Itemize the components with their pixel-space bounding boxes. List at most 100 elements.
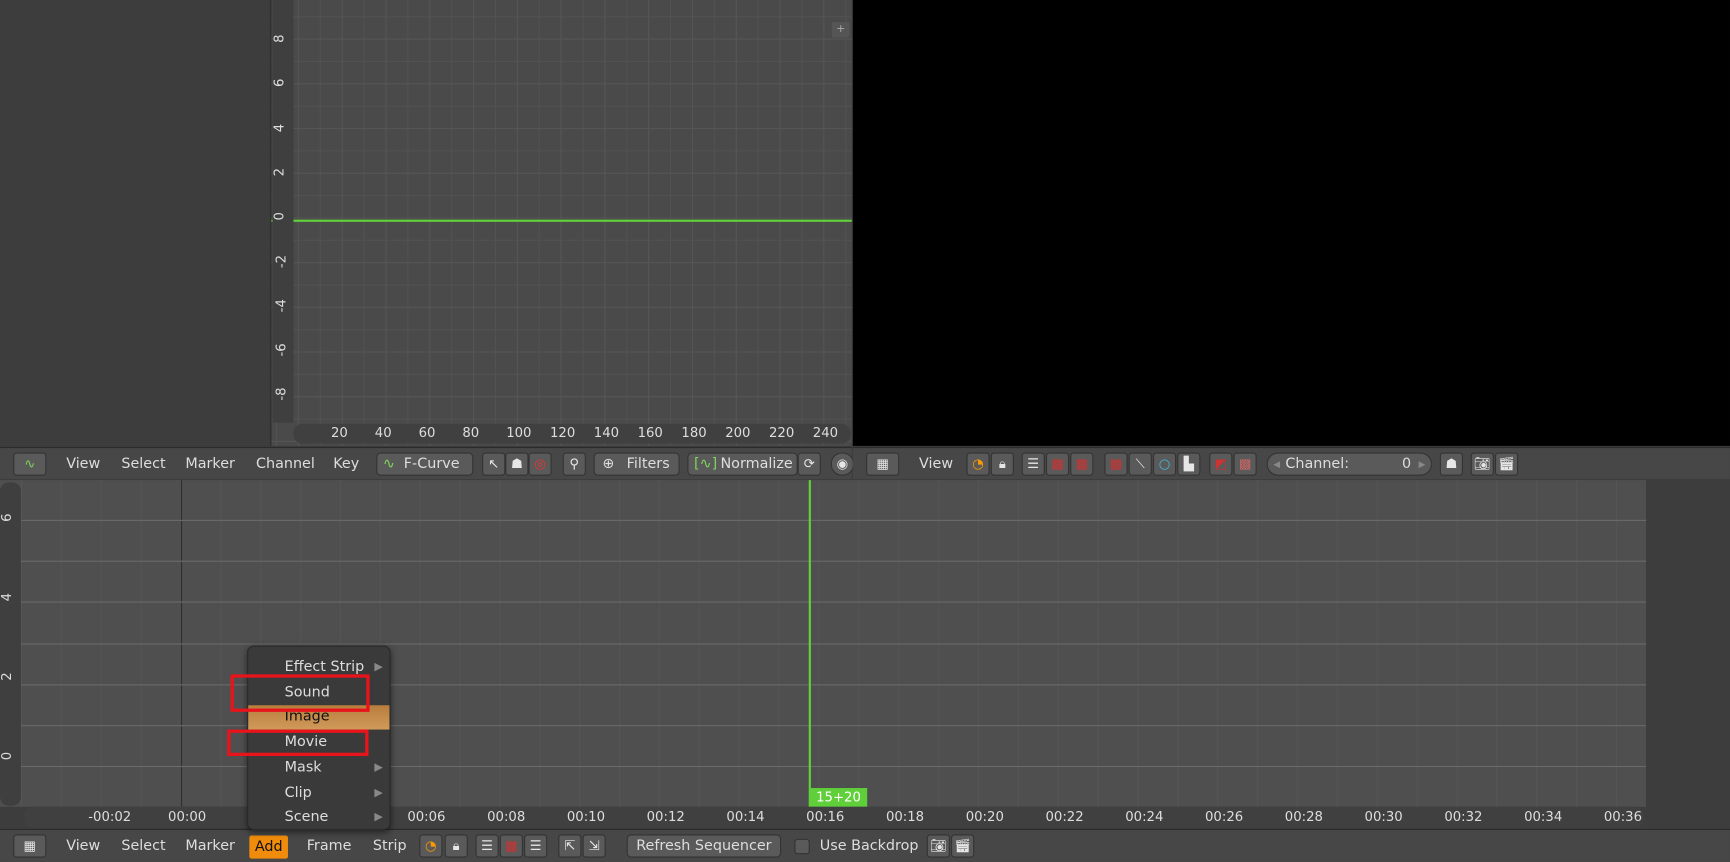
filters-label: Filters xyxy=(626,455,670,473)
image-display-icon[interactable]: ▩ xyxy=(1104,452,1128,476)
seq-preview-icon[interactable]: ☰ xyxy=(524,834,548,858)
mode-label: F-Curve xyxy=(403,455,460,473)
copy-strip-icon[interactable]: ⇱ xyxy=(558,834,582,858)
channels-region xyxy=(0,0,272,446)
alpha-icon[interactable]: ▩ xyxy=(1233,452,1257,476)
lock-icon[interactable]: 🔒︎ xyxy=(990,452,1014,476)
sequencer-view-icon[interactable]: ☰ xyxy=(475,834,499,858)
graph-y-tick: 2 xyxy=(271,167,287,177)
time-tick: 00:32 xyxy=(1444,809,1483,825)
scopes-icon[interactable]: ◔ xyxy=(966,452,990,476)
mode-dropdown[interactable]: ∿ F-Curve xyxy=(376,452,474,476)
histogram-icon[interactable]: ▙ xyxy=(1177,452,1201,476)
strip-menu[interactable]: Strip xyxy=(373,837,407,857)
channel-divider xyxy=(20,643,1647,645)
preview-view-icon[interactable]: ▩ xyxy=(499,834,523,858)
normalize-icon: [∿] xyxy=(693,455,718,473)
sequencer-view-icon[interactable]: ☰ xyxy=(1021,452,1045,476)
menu-item-label: Mask xyxy=(284,759,322,776)
playhead[interactable] xyxy=(808,480,811,807)
editor-type-graph-icon[interactable]: ∿ xyxy=(13,452,47,476)
graph-x-ruler[interactable]: 20 40 60 80 100 120 140 160 180 200 220 240 xyxy=(293,423,851,444)
graph-x-tick: 100 xyxy=(506,424,532,441)
plus-circle-icon: ⊕ xyxy=(602,455,615,473)
sequencer-header: ▦ View Select Marker Add Frame Strip ◔ 🔒︎ ☰ ▩… xyxy=(0,828,1730,862)
render-still-icon[interactable]: 📷︎ xyxy=(1470,452,1494,476)
ghost-icon[interactable]: ☗ xyxy=(1439,452,1463,476)
frame-menu[interactable]: Frame xyxy=(307,837,352,857)
menu-item-label: Effect Strip xyxy=(284,658,365,676)
time-tick: 00:30 xyxy=(1364,809,1403,825)
ghost-icon[interactable]: ☗ xyxy=(505,452,529,476)
pivot-icon[interactable]: ◉ xyxy=(830,452,854,476)
editor-type-sequencer-icon[interactable]: ▦ xyxy=(866,452,900,476)
graph-y-tick: -2 xyxy=(273,254,290,268)
graph-y-tick: 6 xyxy=(271,78,287,88)
scopes-icon[interactable]: ◔ xyxy=(419,834,443,858)
lifebuoy-icon[interactable]: ◎ xyxy=(528,452,552,476)
time-tick: 00:16 xyxy=(806,809,845,825)
sequencer-channel-ruler[interactable]: 6 4 2 0 xyxy=(0,482,21,806)
graph-x-tick: 160 xyxy=(637,424,663,441)
graph-x-tick: 20 xyxy=(330,424,348,441)
fcurve-icon: ∿ xyxy=(382,455,395,473)
marker-menu[interactable]: Marker xyxy=(185,455,235,475)
view-menu[interactable]: View xyxy=(66,455,100,475)
graph-x-tick: 60 xyxy=(418,424,436,441)
filters-button[interactable]: ⊕ Filters xyxy=(593,452,680,476)
graph-y-tick: -4 xyxy=(273,298,290,313)
refresh-sequencer-button[interactable]: Refresh Sequencer xyxy=(626,834,782,858)
annotation-box-sound xyxy=(230,674,370,712)
time-tick: 00:18 xyxy=(885,809,925,825)
paste-strip-icon[interactable]: ⇲ xyxy=(582,834,606,858)
render-still-icon[interactable]: 📷︎ xyxy=(926,834,950,858)
graph-x-tick: 140 xyxy=(593,424,620,441)
search-icon[interactable]: ⚲ xyxy=(562,452,586,476)
channel-tick: 2 xyxy=(0,672,15,681)
menu-item-clip[interactable]: Clip ▶ xyxy=(248,781,389,805)
graph-y-ruler: 8 6 4 2 0 -2 -4 -6 -8 xyxy=(271,0,294,423)
vectorscope-icon[interactable]: ○ xyxy=(1152,452,1177,476)
graph-editor-canvas[interactable]: + xyxy=(271,0,852,446)
preview-view-icon[interactable]: ▩ xyxy=(1045,452,1070,476)
menu-item-mask[interactable]: Mask ▶ xyxy=(248,756,389,780)
seq-preview-icon[interactable]: ▩ xyxy=(1070,452,1094,476)
graph-x-tick: 120 xyxy=(549,424,576,441)
lock-icon[interactable]: 🔒︎ xyxy=(444,834,468,858)
menu-item-scene[interactable]: Scene ▶ xyxy=(248,806,389,830)
graph-y-tick: 8 xyxy=(271,34,287,43)
time-tick: -00:02 xyxy=(88,809,132,825)
only-selected-icon[interactable]: ↖ xyxy=(482,452,506,476)
marker-menu[interactable]: Marker xyxy=(185,837,235,857)
time-tick: 00:22 xyxy=(1045,809,1084,825)
add-menu[interactable]: Add xyxy=(249,835,289,859)
time-tick: 00:00 xyxy=(168,809,207,825)
properties-toggle-icon[interactable]: + xyxy=(831,22,850,38)
key-menu[interactable]: Key xyxy=(333,455,359,475)
graph-x-tick: 80 xyxy=(462,424,480,441)
view-menu[interactable]: View xyxy=(919,455,953,475)
normalize-label: Normalize xyxy=(720,455,793,473)
color-channels-icon[interactable]: ◩ xyxy=(1209,452,1233,476)
view-menu[interactable]: View xyxy=(66,837,100,857)
normalize-toggle[interactable]: [∿] Normalize xyxy=(687,452,798,476)
graph-y-tick: 0 xyxy=(271,212,287,221)
use-backdrop-checkbox[interactable] xyxy=(794,838,810,855)
select-menu[interactable]: Select xyxy=(121,837,165,857)
graph-x-tick: 180 xyxy=(681,424,707,441)
clapper-icon[interactable]: 🎬︎ xyxy=(951,834,975,858)
time-tick: 00:24 xyxy=(1125,809,1164,825)
submenu-arrow-icon: ▶ xyxy=(374,811,383,824)
select-menu[interactable]: Select xyxy=(121,455,165,475)
clapper-icon[interactable]: 🎬︎ xyxy=(1494,452,1519,476)
auto-normalize-icon[interactable]: ⟳ xyxy=(797,452,821,476)
sequencer-sidebar-region xyxy=(1646,480,1730,829)
graph-x-tick: 200 xyxy=(725,424,751,441)
preview-header: ▦ View ◔ 🔒︎ ☰ ▩ ▩ ▩ ⟍ ○ ▙ ◩ ▩ ◀ Channel: 0… xyxy=(852,446,1730,480)
editor-type-sequencer-icon[interactable]: ▦ xyxy=(13,834,47,858)
channel-field[interactable]: ◀ Channel: 0 ▶ xyxy=(1266,452,1433,476)
sequencer-preview xyxy=(852,0,1730,446)
channel-menu[interactable]: Channel xyxy=(256,455,315,475)
graph-y-tick: -6 xyxy=(273,343,290,357)
waveform-icon[interactable]: ⟍ xyxy=(1128,452,1152,476)
